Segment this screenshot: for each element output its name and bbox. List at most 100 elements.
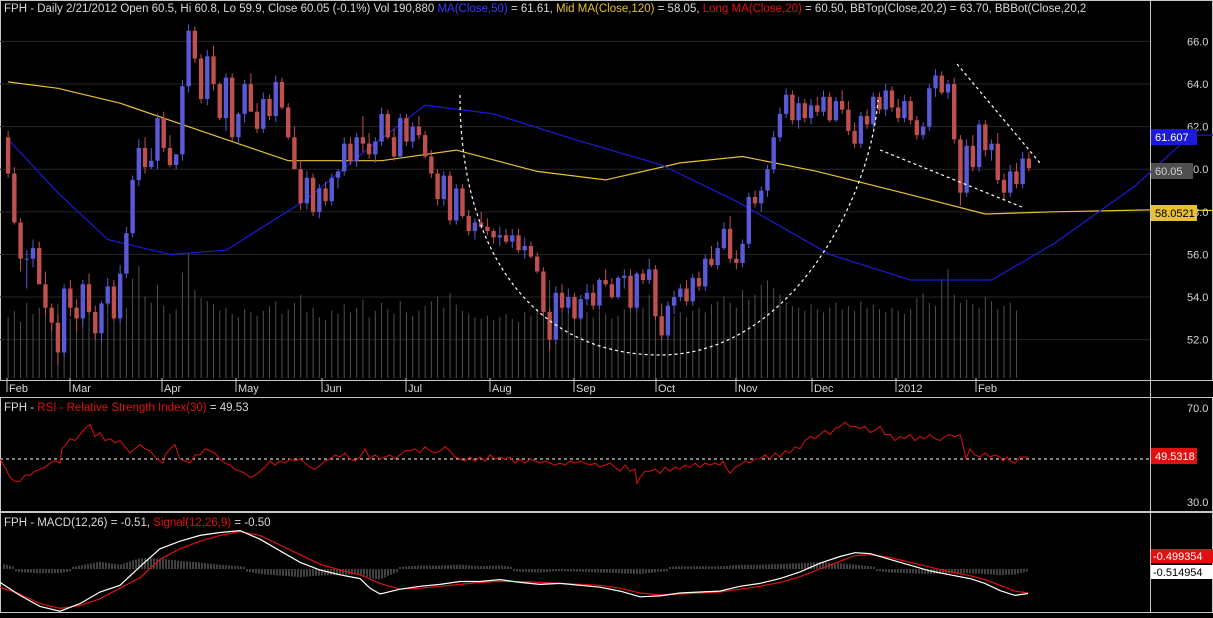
candle-body xyxy=(615,277,621,298)
candle-body xyxy=(155,118,160,161)
candle-body xyxy=(541,271,546,312)
candle-body xyxy=(410,126,415,142)
candle-body xyxy=(584,292,590,300)
candle-body xyxy=(373,141,378,155)
candle-body xyxy=(952,84,957,140)
rsi-panel-frame xyxy=(0,397,1213,512)
candle-body xyxy=(914,120,920,136)
candle-body xyxy=(1026,158,1032,169)
candle-body xyxy=(310,177,316,212)
candle-body xyxy=(5,137,11,174)
candle-body xyxy=(945,84,951,93)
rsi-tick-30: 30.0 xyxy=(1187,497,1208,509)
mid-ma-label: Mid MA(Close,120) xyxy=(556,3,655,15)
candle-body xyxy=(534,256,540,272)
candle-body xyxy=(167,147,173,165)
candle-body xyxy=(435,173,440,200)
candle-body xyxy=(678,288,683,298)
candle-body xyxy=(149,160,154,168)
candle-body xyxy=(759,190,764,204)
candle-body xyxy=(983,124,988,151)
candle-body xyxy=(99,303,104,334)
candle-body xyxy=(821,96,826,112)
candle-body xyxy=(117,273,123,319)
month-label: Jul xyxy=(408,383,422,395)
candle-body xyxy=(703,258,708,287)
candle-body xyxy=(964,145,969,193)
lower-trendline[interactable] xyxy=(879,149,1023,208)
candle-body xyxy=(342,143,347,172)
candle-body xyxy=(808,105,814,119)
candle-body xyxy=(995,143,1000,180)
month-label: Feb xyxy=(9,383,28,395)
candle-body xyxy=(740,243,745,263)
price-tick-label: 54.0 xyxy=(1187,292,1208,304)
candle-body xyxy=(130,179,135,234)
candle-body xyxy=(429,156,434,174)
candle-body xyxy=(105,286,110,304)
rsi-header: FPH - RSI - Relative Strength Index(30) … xyxy=(4,402,249,414)
candle-body xyxy=(684,288,689,302)
candle-body xyxy=(665,305,671,336)
candle-body xyxy=(136,147,141,180)
candle-body xyxy=(360,137,366,144)
candle-body xyxy=(460,188,465,217)
candle-body xyxy=(989,143,994,151)
candle-body xyxy=(211,56,216,85)
candle-body xyxy=(242,84,247,114)
candle-body xyxy=(896,107,901,119)
candle-body xyxy=(727,228,733,259)
candle-body xyxy=(454,188,459,221)
candle-body xyxy=(24,258,29,260)
candle-body xyxy=(516,235,521,251)
candle-body xyxy=(161,118,166,148)
bbbot-label: BBBot(Close,20,2 xyxy=(995,3,1086,15)
candle-body xyxy=(385,113,390,138)
candle-body xyxy=(273,81,278,116)
rsi-line xyxy=(0,421,1028,486)
candle-body xyxy=(871,96,876,125)
candle-body xyxy=(522,245,527,251)
candle-body xyxy=(186,30,191,87)
candle-body xyxy=(18,222,23,259)
candle-body xyxy=(292,137,297,170)
volume-bars xyxy=(7,253,1017,378)
candle-body xyxy=(217,84,222,119)
candle-body xyxy=(902,101,907,119)
candle-body xyxy=(889,90,895,108)
ma120-line xyxy=(8,81,1213,215)
candle-body xyxy=(12,173,17,223)
macd-header: FPH - MACD(12,26) = -0.51, Signal(12,26,… xyxy=(4,517,271,529)
candle-body xyxy=(447,175,453,221)
candle-body xyxy=(466,216,471,232)
candle-body xyxy=(566,297,571,308)
candle-body xyxy=(939,75,944,93)
candle-body xyxy=(55,322,61,353)
month-label: Dec xyxy=(814,383,834,395)
candle-body xyxy=(43,284,48,308)
candle-body xyxy=(86,284,92,312)
candle-body xyxy=(858,115,864,144)
candle-body xyxy=(391,137,397,157)
candle-body xyxy=(298,169,303,204)
candle-body xyxy=(230,77,235,138)
signal-badge: -0.499354 xyxy=(1153,551,1203,563)
close-badge: 60.05 xyxy=(1155,166,1183,178)
candle-body xyxy=(1008,171,1013,193)
candle-body xyxy=(124,233,129,274)
ma120-badge: 58.0521 xyxy=(1155,208,1195,220)
candle-body xyxy=(441,175,446,200)
candle-body xyxy=(908,101,913,121)
candle-body xyxy=(173,154,179,165)
candle-body xyxy=(491,231,496,238)
candle-body xyxy=(933,75,938,89)
candle-body xyxy=(80,284,85,319)
candle-body xyxy=(846,109,851,131)
macd-badge: -0.514954 xyxy=(1153,567,1203,579)
candle-body xyxy=(510,235,515,242)
candle-body xyxy=(927,88,932,127)
candle-body xyxy=(398,118,403,157)
ma-value: = 61.61, xyxy=(508,3,556,15)
candle-body xyxy=(647,269,652,281)
candle-body xyxy=(485,226,490,232)
